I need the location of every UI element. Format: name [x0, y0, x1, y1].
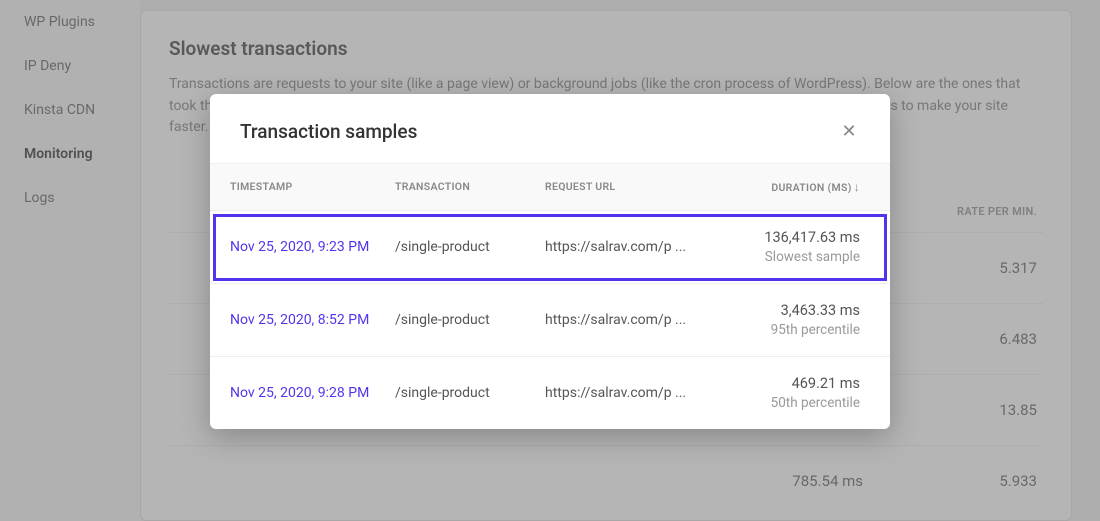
duration-label: Slowest sample: [720, 249, 860, 265]
duration-label: 95th percentile: [720, 322, 860, 338]
modal-overlay: Transaction samples ✕ TIMESTAMP TRANSACT…: [0, 0, 1100, 521]
close-icon[interactable]: ✕: [838, 121, 860, 143]
modal-title: Transaction samples: [240, 120, 417, 143]
duration-value: 469.21 ms: [720, 375, 860, 392]
transaction-name: /single-product: [395, 385, 545, 401]
request-url: https://salrav.com/p ...: [545, 385, 720, 401]
column-transaction[interactable]: TRANSACTION: [395, 180, 545, 194]
transaction-name: /single-product: [395, 239, 545, 255]
request-url: https://salrav.com/p ...: [545, 312, 720, 328]
transaction-samples-modal: Transaction samples ✕ TIMESTAMP TRANSACT…: [210, 94, 890, 429]
duration-value: 3,463.33 ms: [720, 302, 860, 319]
transaction-name: /single-product: [395, 312, 545, 328]
sample-row[interactable]: Nov 25, 2020, 9:28 PM/single-producthttp…: [210, 357, 890, 429]
duration-value: 136,417.63 ms: [720, 229, 860, 246]
duration-label: 50th percentile: [720, 395, 860, 411]
sort-down-icon: ↓: [854, 180, 860, 194]
sample-row[interactable]: Nov 25, 2020, 9:23 PM/single-producthttp…: [210, 211, 890, 284]
timestamp-link[interactable]: Nov 25, 2020, 9:23 PM: [230, 239, 394, 255]
timestamp-link[interactable]: Nov 25, 2020, 8:52 PM: [230, 312, 394, 328]
column-timestamp[interactable]: TIMESTAMP: [230, 180, 395, 194]
modal-table-header: TIMESTAMP TRANSACTION REQUEST URL DURATI…: [210, 163, 890, 211]
sample-row[interactable]: Nov 25, 2020, 8:52 PM/single-producthttp…: [210, 284, 890, 357]
timestamp-link[interactable]: Nov 25, 2020, 9:28 PM: [230, 385, 394, 401]
column-duration[interactable]: DURATION (MS)↓: [720, 180, 870, 194]
column-request-url[interactable]: REQUEST URL: [545, 180, 720, 194]
request-url: https://salrav.com/p ...: [545, 239, 720, 255]
